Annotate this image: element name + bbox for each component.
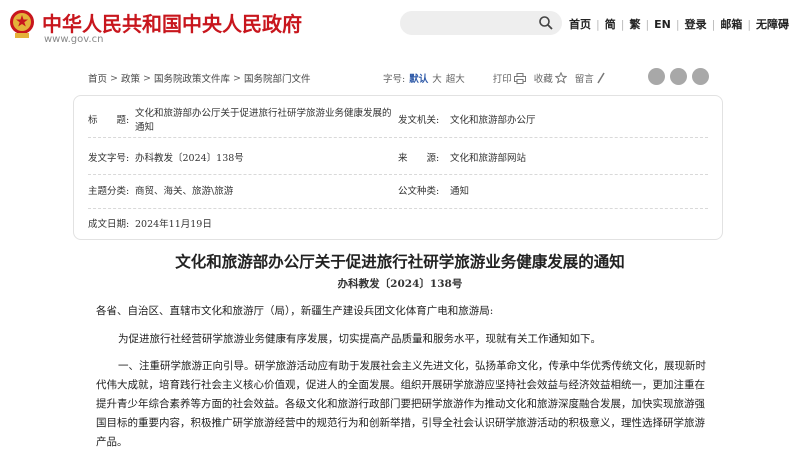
favorite-button[interactable]: 收藏	[534, 71, 569, 85]
addressee: 各省、自治区、直辖市文化和旅游厅（局），新疆生产建设兵团文化体育广电和旅游局:	[96, 305, 494, 317]
paragraph-line: 产品。	[96, 436, 128, 448]
font-xlarge-button[interactable]: 超大	[446, 71, 465, 85]
pencil-icon	[597, 72, 605, 84]
issuer-label: 发文机关:	[398, 115, 440, 126]
topic-label: 主题分类:	[88, 186, 130, 197]
article-tools: 字号: 默认 大 超大 打印 收藏 留言	[383, 70, 608, 86]
weibo-share-icon[interactable]	[648, 68, 665, 85]
nav-mailbox[interactable]: 邮箱	[715, 16, 747, 32]
print-button[interactable]: 打印	[493, 71, 528, 85]
comment-label: 留言	[574, 74, 594, 85]
title-value: 文化和旅游部办公厅关于促进旅行社研学旅游业务健康发展的通知	[135, 108, 392, 133]
breadcrumb-item[interactable]: 国务院部门文件	[244, 71, 311, 85]
top-nav: 首页 | 简 | 繁 | EN | 登录 | 邮箱 | 无障碍	[564, 15, 794, 33]
title-label: 标 题:	[88, 115, 130, 126]
nav-simplified[interactable]: 简	[600, 16, 621, 32]
site-title[interactable]: 中华人民共和国中央人民政府	[42, 8, 302, 37]
document-number: 办科教发〔2024〕138号	[337, 278, 463, 290]
source-value: 文化和旅游部网站	[450, 153, 527, 164]
search-icon[interactable]	[538, 15, 554, 31]
nav-login[interactable]: 登录	[680, 16, 712, 32]
topic-value: 商贸、海关、旅游\旅游	[135, 186, 234, 197]
font-default-button[interactable]: 默认	[409, 71, 428, 85]
site-header: 中华人民共和国中央人民政府 www.gov.cn 首页 | 简 | 繁 | EN | 登…	[0, 0, 800, 58]
breadcrumb-item[interactable]: 首页	[88, 71, 107, 85]
date-label: 成文日期:	[88, 219, 130, 230]
date-value: 2024年11月19日	[135, 219, 212, 230]
breadcrumb: 首页 > 政策 > 国务院政策文件库 > 国务院部门文件	[88, 71, 311, 86]
font-size-label: 字号:	[383, 74, 406, 85]
breadcrumb-item[interactable]: 政策	[121, 71, 140, 85]
nav-home[interactable]: 首页	[564, 16, 596, 32]
doctype-value: 通知	[450, 186, 470, 197]
source-label: 来 源:	[398, 153, 440, 164]
print-icon	[513, 72, 526, 84]
nav-english[interactable]: EN	[649, 18, 676, 31]
document-metadata-box: 标 题: 文化和旅游部办公厅关于促进旅行社研学旅游业务健康发展的通知 发文机关:…	[73, 95, 723, 240]
paragraph-line: 国目标的重要内容，积极推广研学旅游经营中的规范行为和创新举措，引导全社会认识研学…	[96, 417, 705, 429]
paragraph-line: 一、注重研学旅游正向引导。研学旅游活动应有助于发展社会主义先进文化，弘扬革命文化…	[118, 360, 706, 372]
print-label: 打印	[492, 74, 512, 85]
search-input[interactable]	[400, 11, 562, 35]
issuer-value: 文化和旅游部办公厅	[450, 115, 536, 126]
intro-paragraph: 为促进旅行社经营研学旅游业务健康有序发展，切实提高产品质量和服务水平，现就有关工…	[118, 333, 601, 345]
font-large-button[interactable]: 大	[432, 71, 442, 85]
wechat-share-icon[interactable]	[670, 68, 687, 85]
star-icon	[554, 72, 567, 84]
nav-traditional[interactable]: 繁	[624, 16, 645, 32]
document-title: 文化和旅游部办公厅关于促进旅行社研学旅游业务健康发展的通知	[175, 252, 625, 271]
favorite-star-icon[interactable]	[692, 68, 709, 85]
nav-accessibility[interactable]: 无障碍	[751, 16, 794, 32]
site-url: www.gov.cn	[44, 34, 104, 45]
comment-button[interactable]: 留言	[575, 71, 608, 85]
national-emblem-icon[interactable]	[8, 9, 36, 39]
favorite-label: 收藏	[533, 74, 553, 85]
docno-value: 办科教发〔2024〕138号	[135, 153, 244, 164]
paragraph-line: 代伟大成就，培育践行社会主义核心价值观，促进人的全面发展。组织开展研学旅游应坚持…	[96, 379, 705, 391]
doctype-label: 公文种类:	[398, 186, 440, 197]
docno-label: 发文字号:	[88, 153, 130, 164]
paragraph-line: 提升青少年综合素养等方面的社会效益。各级文化和旅游行政部门要把研学旅游作为推动文…	[96, 398, 705, 410]
breadcrumb-item[interactable]: 国务院政策文件库	[154, 71, 230, 85]
